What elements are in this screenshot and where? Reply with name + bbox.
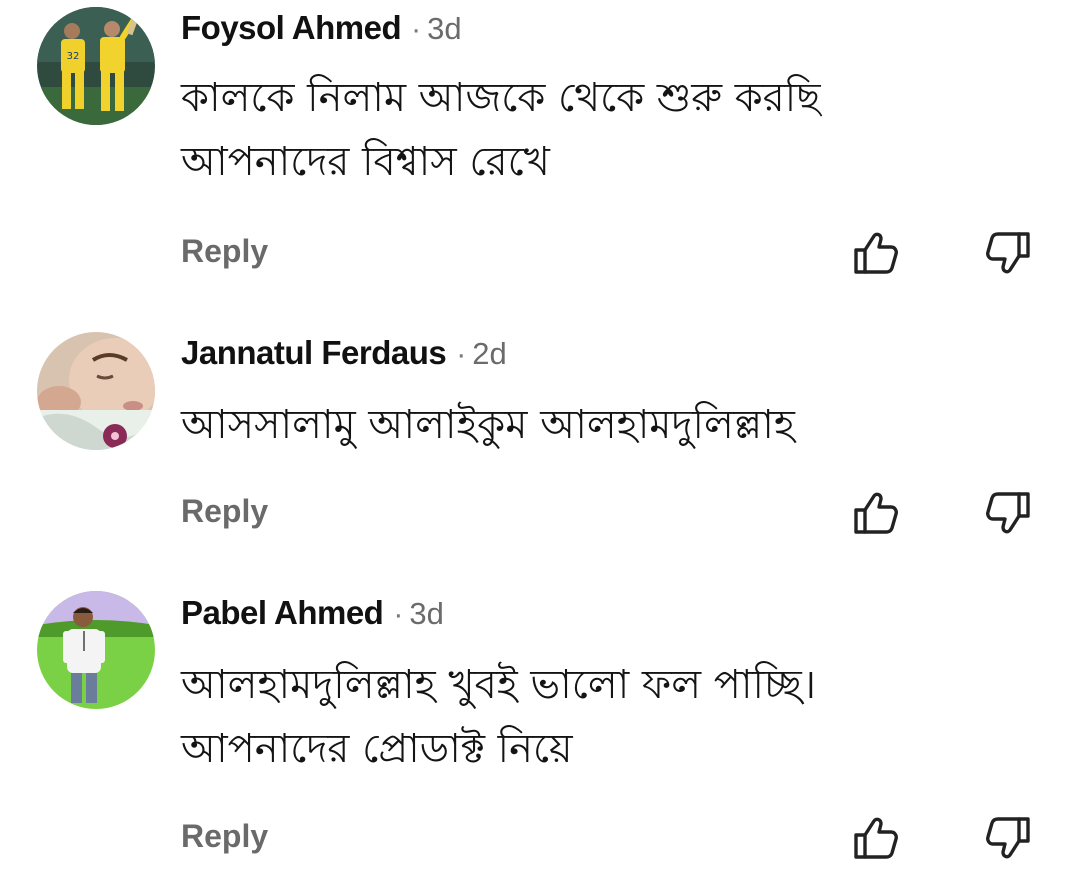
separator-dot: · [393,598,404,631]
comment-text: আলহামদুলিল্লাহ খুবই ভালো ফল পাচ্ছি। আপনা… [181,662,817,772]
author-name[interactable]: Pabel Ahmed [181,594,384,631]
avatar[interactable] [37,591,155,709]
timestamp: 3d [409,596,444,631]
comment-header: Pabel Ahmed · 3d [181,593,444,633]
man-in-field-avatar-icon [37,591,155,709]
thumbs-down-outline-icon[interactable] [984,813,1034,863]
thumbs-up-outline-icon[interactable] [850,813,900,863]
reply-button[interactable]: Reply [181,816,268,856]
comment-item: Pabel Ahmed · 3d আলহামদুলিল্লাহ খুবই ভালো … [0,0,1080,879]
